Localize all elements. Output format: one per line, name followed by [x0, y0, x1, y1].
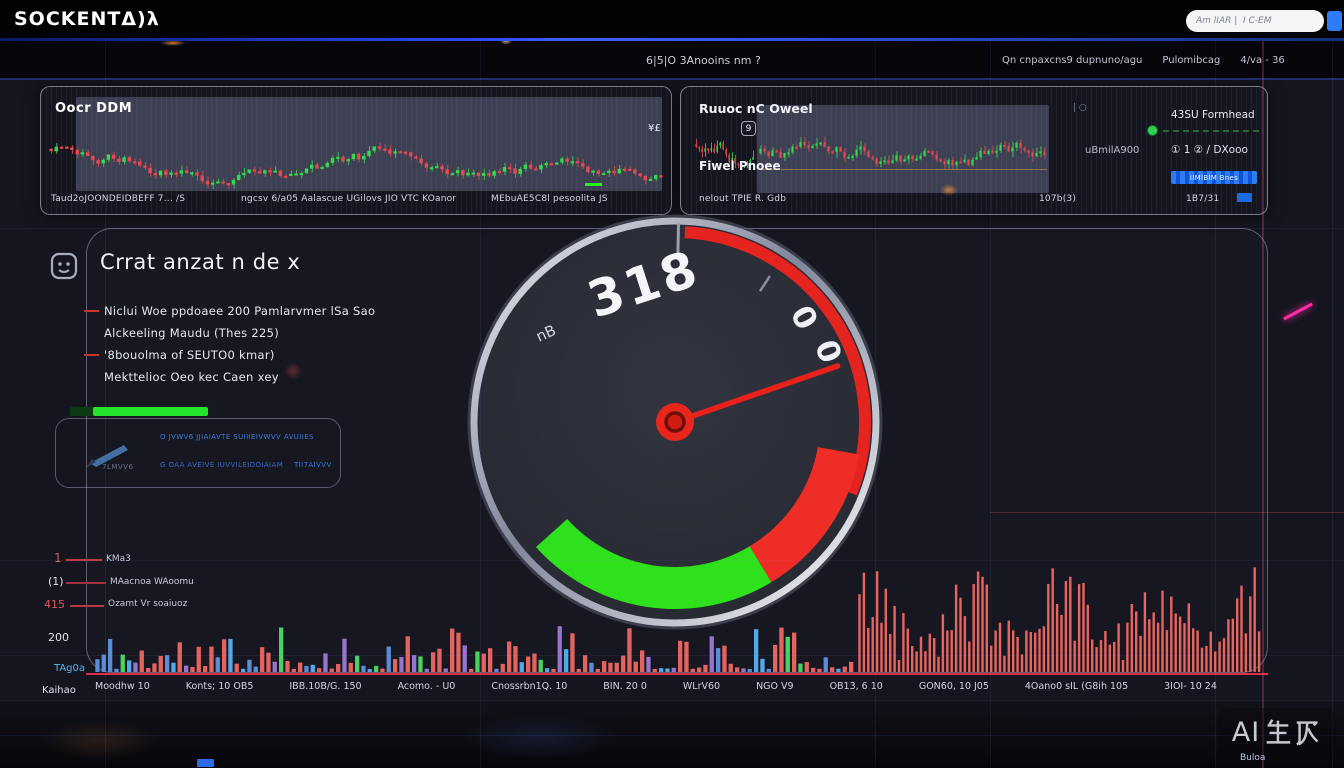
- x-axis-label: WLrV60: [683, 681, 720, 692]
- axis-corner-label: TAg0a: [54, 663, 85, 674]
- x-axis-label: Konts; 10 OB5: [186, 681, 254, 692]
- chart-footer-label: ngcsv 6/a05 Aalascue UGilovs JIO VTC KOa…: [241, 194, 456, 204]
- chart-footer-label: nelout TPIE R. Gdb: [699, 194, 786, 204]
- nav-item[interactable]: Pulomibcag: [1162, 55, 1220, 66]
- stat-title: 43SU Formhead: [1171, 109, 1255, 121]
- chart-title-left: Oocr DDM: [55, 101, 132, 116]
- legend-num: 1: [54, 551, 62, 565]
- right-candlestick-chart: [759, 107, 1047, 191]
- green-marker: [585, 183, 602, 186]
- search-button[interactable]: [1327, 11, 1342, 31]
- nav-item[interactable]: Qn cnpaxcns9 dupnuno/agu: [1002, 55, 1142, 66]
- axis-corner-label: Kaihao: [42, 685, 76, 696]
- search-box[interactable]: [1186, 10, 1324, 32]
- panel-mini-icons: | ○: [1073, 103, 1087, 113]
- x-axis-label: OB13, 6 10: [830, 681, 883, 692]
- red-tick-icon: [84, 310, 99, 312]
- x-axis-label: 3IOI- 10 24: [1164, 681, 1217, 692]
- bottom-strip: [0, 700, 1344, 768]
- green-dashed-line: [1163, 130, 1259, 132]
- blue-chip-icon[interactable]: [1237, 193, 1252, 202]
- stat-sub: uBmilA900: [1085, 145, 1139, 156]
- left-candlestick-chart: [49, 97, 664, 191]
- list-item: Niclui Woe ppdoaee 200 Pamlarvmer lSa Sa…: [104, 300, 375, 322]
- bottom-bar-chart-right: [858, 558, 1262, 672]
- x-axis-labels: Moodhw 10 Konts; 10 OB5 IBB.10B/G. 150 A…: [95, 681, 1217, 692]
- chart-title-right: Ruuoc nC Oweel: [699, 101, 813, 116]
- x-axis-label: 4Oano0 sIL (G8ih 105: [1025, 681, 1128, 692]
- chart-panel-left: Oocr DDM ¥£ Taud2oJOONDEIDBEFF 7... /S n…: [40, 86, 672, 215]
- speedometer-gauge: 318 nB 0 0: [453, 214, 897, 630]
- price-label: Fiwel Pnoee: [699, 159, 781, 173]
- x-axis-label: Acomo. - U0: [398, 681, 456, 692]
- chart-footer-label: 1B7/31: [1186, 194, 1219, 204]
- badge-9: 9: [741, 121, 756, 136]
- stat-line: ① 1 ② / DXooo: [1171, 144, 1248, 156]
- x-axis-label: BIN. 20 0: [603, 681, 647, 692]
- x-axis-label: NGO V9: [756, 681, 794, 692]
- dashboard-root: SOCKENTΔ)λ 6|5|O 3Anooins nm ? Qn cnpaxc…: [0, 0, 1344, 768]
- list-item: Alckeeling Maudu (Thes 225): [104, 322, 375, 344]
- sub-link-line[interactable]: O JVWV6 JJIAIAVTE SUIIIEIVWVV AVUIIES: [160, 433, 314, 441]
- legend-num: (1): [48, 575, 64, 588]
- list-item: Mekttelioc Oeo kec Caen xey: [104, 366, 375, 388]
- chart-corner-mark: ¥£: [648, 123, 661, 134]
- chart-panel-right: Ruuoc nC Oweel 9 Fiwel Pnoee | ○ 43SU Fo…: [680, 86, 1268, 215]
- nav-bar: 6|5|O 3Anooins nm ? Qn cnpaxcns9 dupnuno…: [0, 41, 1344, 80]
- top-bar: SOCKENTΔ)λ: [0, 0, 1344, 38]
- list-item: '8bouolma of SEUTO0 kmar): [104, 344, 375, 366]
- panel-icon: [50, 252, 78, 280]
- nav-menu-center[interactable]: 6|5|O 3Anooins nm ?: [646, 54, 761, 67]
- price-line: [759, 169, 1047, 170]
- watermark-ai-text: AI: [1232, 717, 1260, 748]
- watermark: AI: [1218, 708, 1336, 756]
- chart-footer-label: 107b(3): [1039, 194, 1076, 204]
- legend-dash-icon: [66, 559, 102, 561]
- sub-panel: 7LMVV6 O JVWV6 JJIAIAVTE SUIIIEIVWVV AVU…: [55, 418, 341, 488]
- legend-dash-icon: [70, 605, 104, 607]
- chart-footer-label: MEbuAE5C8l pesoolita JS: [491, 194, 608, 204]
- legend-label: MAacnoa WAoomu: [110, 577, 194, 587]
- red-tick-icon: [84, 354, 99, 356]
- search-input[interactable]: [1196, 16, 1314, 26]
- legend-num: 415: [44, 598, 65, 611]
- legend-dash-icon: [66, 582, 106, 584]
- sub-label: 7LMVV6: [102, 463, 133, 471]
- app-logo: SOCKENTΔ)λ: [14, 8, 160, 30]
- cjk-generated-glyphs-icon: [1264, 716, 1322, 748]
- sub-link[interactable]: TII7AIVVV: [294, 461, 332, 469]
- green-progress-fill: [93, 407, 208, 416]
- y-axis-tick: 200: [48, 631, 69, 644]
- nav-item[interactable]: 4/va - 36: [1240, 55, 1284, 66]
- bottom-bar-chart-left: [95, 624, 855, 672]
- magenta-streak: [1283, 303, 1313, 321]
- status-dot-icon: [1147, 125, 1158, 136]
- x-axis-label: IBB.10B/G. 150: [289, 681, 361, 692]
- legend-label: KMa3: [106, 554, 131, 564]
- section-title: Crrat anzat n de x: [100, 250, 300, 274]
- legend-label: Ozamt Vr soaiuoz: [108, 599, 187, 609]
- taskbar-chip[interactable]: [197, 759, 214, 767]
- x-axis-label: GON60, 10 J05: [919, 681, 989, 692]
- chart-baseline: [86, 673, 1268, 675]
- footer-tiny-text: Buloa: [1240, 753, 1265, 763]
- x-axis-label: Moodhw 10: [95, 681, 150, 692]
- green-progress-track: [70, 407, 208, 416]
- grid-vline: [1332, 0, 1333, 768]
- sub-link-line[interactable]: G OAA AVEIVE IUVVILEIDOIAIAM: [160, 461, 283, 469]
- chart-footer-label: Taud2oJOONDEIDBEFF 7... /S: [51, 194, 185, 204]
- header-divider: [0, 38, 1344, 41]
- progress-text: IIMIBIM Bnes: [1190, 174, 1238, 182]
- blue-progress-bar[interactable]: IIMIBIM Bnes: [1171, 171, 1257, 184]
- bullet-list: Niclui Woe ppdoaee 200 Pamlarvmer lSa Sa…: [104, 300, 375, 388]
- x-axis-label: Cnossrbn1Q. 10: [491, 681, 567, 692]
